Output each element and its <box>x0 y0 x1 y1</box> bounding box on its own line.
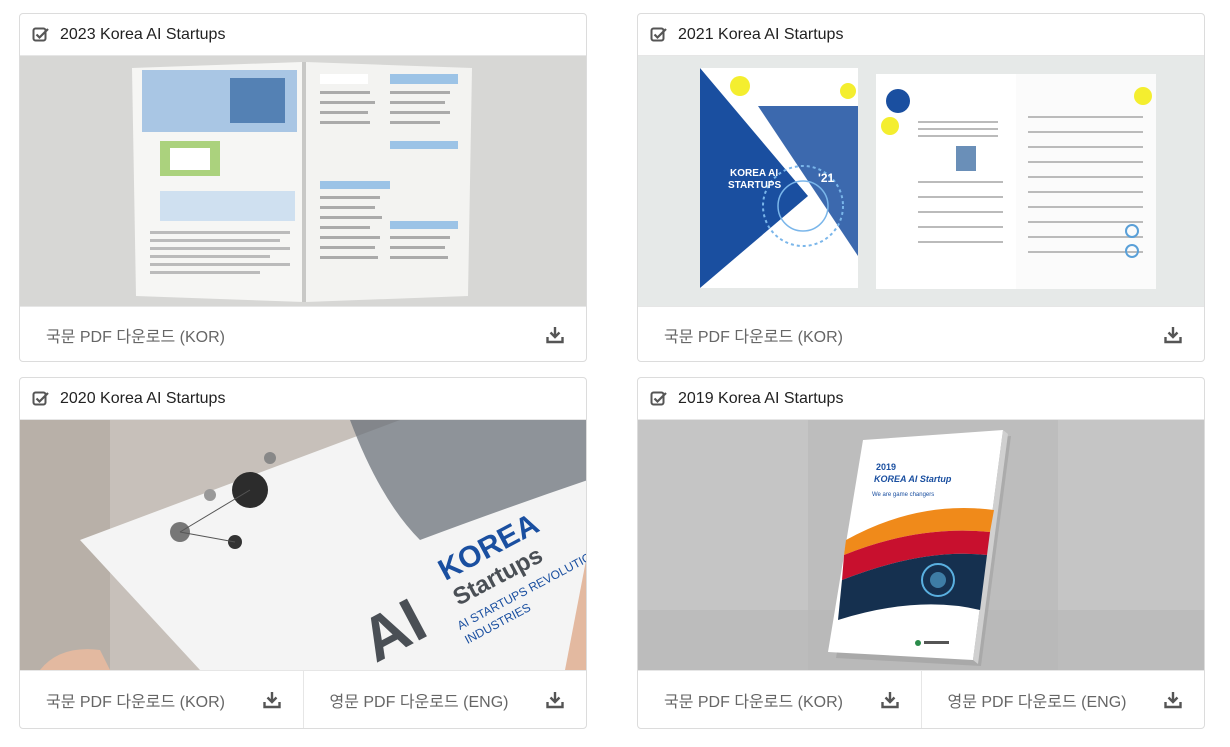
download-bar: 국문 PDF 다운로드 (KOR) 영문 PDF 다운로드 (ENG) <box>638 670 1204 728</box>
download-bar: 국문 PDF 다운로드 (KOR) <box>20 306 586 361</box>
report-card-2021: 2021 Korea AI Startups KOREA AI STARTUPS… <box>637 13 1205 362</box>
card-header: 2019 Korea AI Startups <box>638 378 1204 420</box>
card-header: 2023 Korea AI Startups <box>20 14 586 56</box>
download-icon <box>262 691 281 708</box>
cover-image: AI KOREA Startups AI STARTUPS REVOLUTION… <box>20 420 586 670</box>
cover-title-line2: STARTUPS <box>728 180 781 191</box>
checkbox-check-icon <box>650 27 667 41</box>
download-icon <box>546 691 564 708</box>
card-header: 2020 Korea AI Startups <box>20 378 586 420</box>
checkbox-check-icon <box>650 391 667 405</box>
download-label: 국문 PDF 다운로드 (KOR) <box>664 693 843 711</box>
download-label: 영문 PDF 다운로드 (ENG) <box>329 693 509 711</box>
cover-held-photo: AI KOREA Startups AI STARTUPS REVOLUTION… <box>20 420 586 670</box>
brochure-photo: KOREA AI STARTUPS '21 <box>638 56 1204 306</box>
download-label: 국문 PDF 다운로드 (KOR) <box>46 328 225 346</box>
download-icon <box>880 691 899 708</box>
open-book-photo <box>20 56 586 306</box>
cover-title: KOREA AI Startup <box>874 474 952 484</box>
download-kor-button[interactable]: 국문 PDF 다운로드 (KOR) <box>638 307 1204 361</box>
cover-tagline: We are game changers <box>872 492 934 498</box>
cover-image <box>20 56 586 306</box>
card-title: 2019 Korea AI Startups <box>678 389 844 407</box>
card-title: 2021 Korea AI Startups <box>678 25 844 43</box>
download-label: 영문 PDF 다운로드 (ENG) <box>947 693 1127 711</box>
download-kor-button[interactable]: 국문 PDF 다운로드 (KOR) <box>638 671 921 728</box>
cover-title-line1: KOREA AI <box>730 168 778 179</box>
report-card-2020: 2020 Korea AI Startups AI KOREA Startups… <box>19 377 587 729</box>
download-icon <box>1164 326 1182 343</box>
checkbox-check-icon <box>32 391 49 405</box>
cover-year: '21 <box>818 171 835 185</box>
report-grid: 2023 Korea AI Startups 국문 PDF 다운로드 (KOR)… <box>0 0 1230 747</box>
report-card-2023: 2023 Korea AI Startups 국문 PDF 다운로드 (KOR) <box>19 13 587 362</box>
standing-book-photo: 2019 KOREA AI Startup We are game change… <box>638 420 1204 670</box>
card-header: 2021 Korea AI Startups <box>638 14 1204 56</box>
download-kor-button[interactable]: 국문 PDF 다운로드 (KOR) <box>20 671 303 728</box>
download-eng-button[interactable]: 영문 PDF 다운로드 (ENG) <box>920 671 1205 728</box>
cover-year: 2019 <box>876 462 896 472</box>
cover-image: KOREA AI STARTUPS '21 <box>638 56 1204 306</box>
checkbox-check-icon <box>32 27 49 41</box>
download-label: 국문 PDF 다운로드 (KOR) <box>664 328 843 346</box>
download-icon <box>1164 691 1182 708</box>
download-eng-button[interactable]: 영문 PDF 다운로드 (ENG) <box>302 671 587 728</box>
download-label: 국문 PDF 다운로드 (KOR) <box>46 693 225 711</box>
download-bar: 국문 PDF 다운로드 (KOR) 영문 PDF 다운로드 (ENG) <box>20 670 586 728</box>
download-bar: 국문 PDF 다운로드 (KOR) <box>638 306 1204 361</box>
report-card-2019: 2019 Korea AI Startups 2019 KOREA AI Sta… <box>637 377 1205 729</box>
download-icon <box>546 326 564 343</box>
download-kor-button[interactable]: 국문 PDF 다운로드 (KOR) <box>20 307 586 361</box>
card-title: 2023 Korea AI Startups <box>60 25 226 43</box>
card-title: 2020 Korea AI Startups <box>60 389 226 407</box>
cover-image: 2019 KOREA AI Startup We are game change… <box>638 420 1204 670</box>
